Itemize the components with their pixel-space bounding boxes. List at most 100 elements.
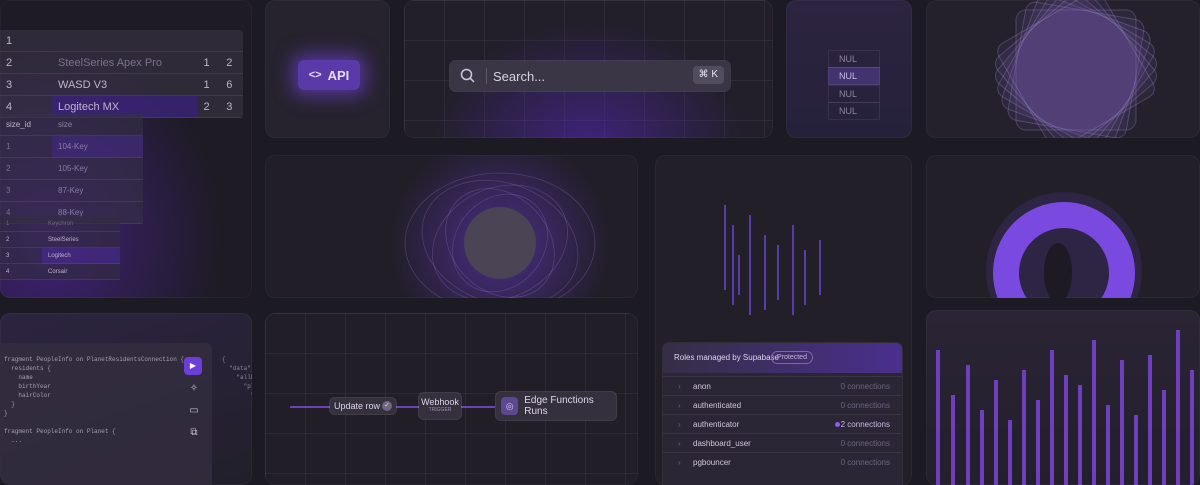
table-row[interactable]: 1 Keychron <box>0 216 120 232</box>
null-cell[interactable]: NUL <box>828 85 880 103</box>
chevron-right-icon: › <box>678 458 681 467</box>
role-name: anon <box>693 382 711 391</box>
null-cell[interactable]: NUL <box>828 67 880 85</box>
webhook-node[interactable]: Webhook TRIGGER <box>419 393 461 419</box>
graphql-tile: fragment PeopleInfo on PlanetResidentsCo… <box>0 313 252 485</box>
search-placeholder: Search... <box>493 68 546 84</box>
role-row[interactable]: › pgbouncer 0 connections <box>663 452 902 472</box>
role-row[interactable]: › authenticator 2 connections <box>663 414 902 434</box>
marketing-mosaic: { "table_top": { "rows": [ ["1","","",""… <box>0 0 1200 485</box>
cell: 1 <box>0 30 52 52</box>
api-tile: <> API <box>265 0 390 138</box>
api-badge[interactable]: <> API <box>298 60 360 90</box>
rotated-squares-graphic <box>995 0 1157 138</box>
table-row[interactable]: 2 SteelSeries Apex Pro 1 2 <box>0 51 243 74</box>
cell: SteelSeries <box>42 231 120 248</box>
run-button[interactable]: ▶ <box>184 357 202 375</box>
role-name: dashboard_user <box>693 439 751 448</box>
cell: 2 <box>0 231 42 248</box>
column-header: size <box>52 114 143 136</box>
table-brands: 1 Keychron 2 SteelSeries 3 Logitech 4 Corsai… <box>0 216 120 280</box>
role-connections: 0 connections <box>840 401 890 410</box>
ring-tile <box>926 155 1200 298</box>
null-cell[interactable]: NUL <box>828 50 880 68</box>
null-cell[interactable]: NUL <box>828 102 880 120</box>
cell: WASD V3 <box>52 73 198 96</box>
cell: 104-Key <box>52 135 143 158</box>
cell: 2 <box>197 95 221 118</box>
shortcut-badge: ⌘ K <box>692 66 724 84</box>
search-input[interactable]: Search... ⌘ K <box>450 61 730 91</box>
cell: Keychron <box>42 216 120 232</box>
graphql-response: { "data": { "allPl "pla "plan { <box>222 356 252 399</box>
cell: 1 <box>197 51 221 74</box>
sparkle-icon[interactable]: ✧ <box>188 383 200 395</box>
update-row-node[interactable]: Update row ✓ <box>330 398 396 414</box>
cell: SteelSeries Apex Pro <box>52 51 198 74</box>
roles-title: Roles managed by Supabase <box>674 353 779 362</box>
chevron-right-icon: › <box>678 401 681 410</box>
lines-graphic <box>724 205 821 315</box>
role-row[interactable]: › anon 0 connections <box>663 376 902 396</box>
protected-badge: Protected <box>771 351 813 364</box>
cell <box>52 30 198 52</box>
edge-functions-node[interactable]: ◎ Edge Functions Runs <box>496 392 616 420</box>
cell: 1 <box>0 135 52 158</box>
node-label: Edge Functions Runs <box>524 395 594 417</box>
cell: 6 <box>220 73 243 96</box>
table-row[interactable]: 2 105-Key <box>0 157 143 180</box>
cell: 105-Key <box>52 157 143 180</box>
copy-icon[interactable]: ⧉ <box>188 427 200 439</box>
role-connections: 0 connections <box>840 458 890 467</box>
cell <box>197 30 221 52</box>
cell: 3 <box>0 179 52 202</box>
null-cells-tile: NUL NUL NUL NUL <box>786 0 912 138</box>
cell: 1 <box>197 73 221 96</box>
role-row[interactable]: › dashboard_user 0 connections <box>663 433 902 453</box>
tables-tile: 1 2 SteelSeries Apex Pro 1 2 3 WASD V3 1 6 4 Lo… <box>0 0 252 298</box>
table-row[interactable]: 1 104-Key <box>0 135 143 158</box>
node-label: Webhook <box>421 397 459 407</box>
search-icon <box>460 68 475 83</box>
play-icon: ▶ <box>189 361 197 370</box>
cell: 2 <box>0 157 52 180</box>
rotated-squares-tile <box>926 0 1200 138</box>
api-label: API <box>327 67 350 83</box>
table-sizes: size_id size 1 104-Key 2 105-Key 3 87-Key 48… <box>0 114 143 224</box>
chevron-right-icon: › <box>678 439 681 448</box>
cell: 2 <box>0 51 52 74</box>
table-row[interactable]: 3 Logitech <box>0 247 120 264</box>
realtime-sphere-tile <box>265 155 638 298</box>
role-connections: 2 connections <box>840 420 890 429</box>
role-connections: 0 connections <box>840 439 890 448</box>
table-row[interactable]: 3 87-Key <box>0 179 143 202</box>
role-connections: 0 connections <box>840 382 890 391</box>
code-brackets-icon: <> <box>308 69 322 81</box>
bars-tile <box>926 310 1200 485</box>
role-name: authenticator <box>693 420 740 429</box>
role-row[interactable]: › authenticated 0 connections <box>663 395 902 415</box>
active-dot-icon <box>835 422 840 427</box>
table-row[interactable]: 3 WASD V3 1 6 <box>0 73 243 96</box>
document-icon[interactable]: ▭ <box>188 405 200 417</box>
table-row[interactable]: 1 <box>0 30 243 52</box>
roles-panel: Roles managed by Supabase Protected › ano… <box>663 343 902 485</box>
cell <box>220 30 243 52</box>
node-sublabel: TRIGGER <box>428 407 452 413</box>
table-row[interactable]: 4 Corsair <box>0 263 120 280</box>
cell: 1 <box>0 216 42 232</box>
role-name: pgbouncer <box>693 458 731 467</box>
sphere-graphic <box>390 155 610 298</box>
cell: 3 <box>220 95 243 118</box>
role-name: authenticated <box>693 401 742 410</box>
table-row[interactable]: 2 SteelSeries <box>0 231 120 248</box>
cell: 3 <box>0 73 52 96</box>
node-label: Update row <box>334 401 381 411</box>
cell: 87-Key <box>52 179 143 202</box>
chevron-right-icon: › <box>678 420 681 429</box>
roles-header: Roles managed by Supabase Protected <box>663 343 902 373</box>
column-header: size_id <box>0 114 52 136</box>
function-icon: ◎ <box>501 397 519 415</box>
bars-graphic <box>936 330 1194 485</box>
check-icon: ✓ <box>382 401 392 411</box>
